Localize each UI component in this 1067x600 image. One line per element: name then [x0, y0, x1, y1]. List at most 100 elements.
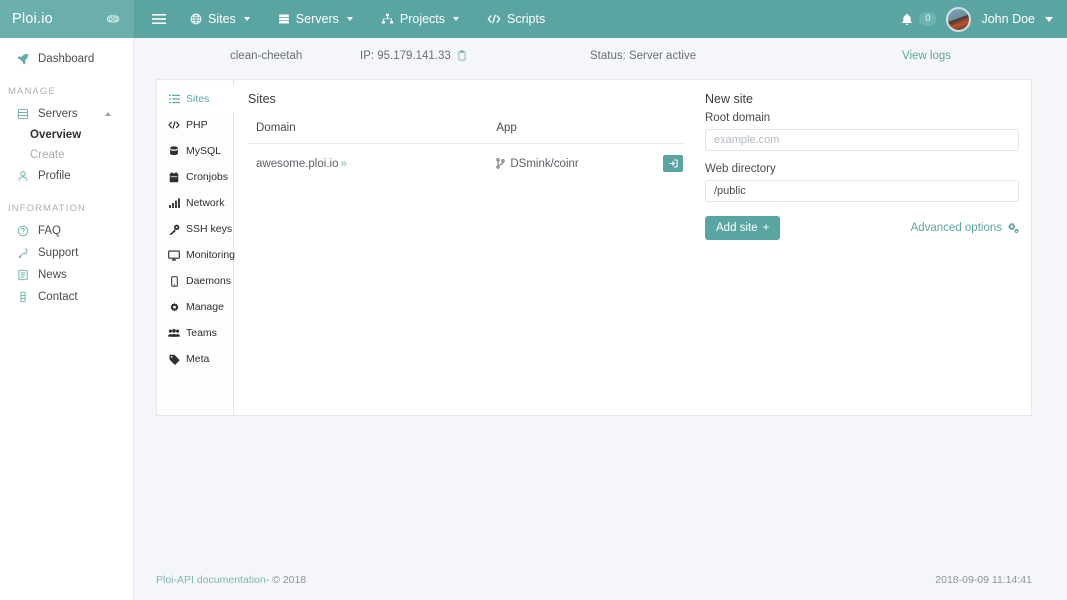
desktop-icon [168, 250, 180, 261]
server-icon [278, 13, 290, 25]
notification-count-badge: 0 [919, 12, 936, 26]
nav-item-servers[interactable]: Servers [264, 0, 367, 38]
clipboard-icon[interactable] [457, 50, 467, 61]
footer-brand-link[interactable]: Ploi [156, 574, 174, 586]
advanced-options-label: Advanced options [911, 222, 1002, 234]
sidebar-subitem-create[interactable]: Create [0, 145, 133, 165]
site-domain-link[interactable]: awesome.ploi.io [256, 158, 338, 170]
rocket-icon [16, 53, 29, 65]
mobile-icon [168, 276, 180, 287]
root-domain-input[interactable] [705, 129, 1019, 151]
tab-cronjobs[interactable]: Cronjobs [157, 164, 233, 190]
server-panel-card: Sites PHP [156, 79, 1032, 416]
notifications-button[interactable]: 0 [901, 12, 936, 26]
sidebar-item-label: Support [38, 247, 78, 259]
navbar-right: 0 John Doe [901, 7, 1067, 32]
column-header-domain: Domain [248, 118, 488, 144]
question-circle-icon [16, 225, 29, 237]
server-name: clean-cheetah [150, 50, 360, 62]
server-ip: IP: 95.179.141.33 [360, 50, 590, 62]
code-icon [487, 13, 501, 25]
nav-label: Servers [296, 12, 339, 26]
hamburger-icon[interactable] [152, 0, 176, 38]
chevron-up-icon[interactable] [105, 112, 111, 116]
tab-ssh-keys[interactable]: SSH keys [157, 216, 233, 242]
plus-icon: + [763, 222, 770, 234]
web-directory-label: Web directory [705, 163, 1019, 175]
code-icon [168, 120, 180, 130]
table-row[interactable]: awesome.ploi.io» [248, 144, 685, 184]
view-logs-link[interactable]: View logs [902, 50, 1051, 62]
sidebar-heading-manage: MANAGE [0, 70, 133, 103]
tab-monitoring[interactable]: Monitoring [157, 242, 233, 268]
signal-icon [168, 198, 180, 208]
tab-label: Meta [186, 353, 209, 365]
tab-label: Network [186, 197, 225, 209]
column-header-app: App [488, 118, 645, 144]
footer-api-docs-link[interactable]: API documentation [177, 574, 266, 586]
advanced-options-link[interactable]: Advanced options [911, 222, 1019, 234]
sidebar-heading-information: INFORMATION [0, 187, 133, 220]
server-status: Status: Server active [590, 50, 820, 62]
new-site-section: New site Root domain Web directory Add s… [701, 92, 1031, 415]
nav-item-scripts[interactable]: Scripts [473, 0, 559, 38]
database-icon [168, 146, 180, 157]
sidebar: Dashboard MANAGE Servers Overview Create [0, 38, 134, 600]
sidebar-item-label: FAQ [38, 225, 61, 237]
footer-timestamp: 2018-09-09 11:14:41 [935, 574, 1032, 586]
sidebar-item-news[interactable]: News [0, 264, 133, 286]
add-site-button[interactable]: Add site + [705, 216, 780, 240]
avatar[interactable] [946, 7, 971, 32]
sidebar-item-contact[interactable]: Contact [0, 286, 133, 308]
server-ip-text: IP: 95.179.141.33 [360, 50, 451, 62]
tab-label: Daemons [186, 275, 231, 287]
main-nav: Sites Servers [134, 0, 559, 38]
sign-in-icon[interactable] [663, 155, 683, 172]
chevron-down-icon[interactable] [1045, 17, 1053, 22]
sites-table: Domain App awesome.ploi.io» [248, 118, 685, 183]
nav-item-projects[interactable]: Projects [367, 0, 473, 38]
tab-teams[interactable]: Teams [157, 320, 233, 346]
tab-manage[interactable]: Manage [157, 294, 233, 320]
nav-label: Projects [400, 12, 445, 26]
nav-item-sites[interactable]: Sites [176, 0, 264, 38]
chevron-double-right-icon: » [340, 158, 346, 170]
tab-sites[interactable]: Sites [157, 86, 234, 112]
root-domain-label: Root domain [705, 112, 1019, 124]
sidebar-item-profile[interactable]: Profile [0, 165, 133, 187]
news-icon [16, 269, 29, 281]
toggle-icon[interactable] [106, 12, 120, 26]
tab-label: Cronjobs [186, 171, 228, 183]
brand-block: Ploi.io [0, 0, 134, 38]
gear-icon [168, 302, 180, 313]
tab-label: Teams [186, 327, 217, 339]
cell-domain: awesome.ploi.io» [248, 144, 488, 184]
sidebar-subitem-overview[interactable]: Overview [0, 125, 133, 145]
brand-logo[interactable]: Ploi.io [12, 11, 53, 27]
sidebar-item-dashboard[interactable]: Dashboard [0, 48, 133, 70]
footer: Ploi - API documentation - © 2018 2018-0… [134, 560, 1067, 600]
sidebar-item-faq[interactable]: FAQ [0, 220, 133, 242]
chevron-down-icon [347, 17, 353, 21]
user-name[interactable]: John Doe [981, 12, 1035, 26]
sidebar-item-support[interactable]: Support [0, 242, 133, 264]
footer-copyright: - © 2018 [266, 574, 306, 586]
user-icon [16, 170, 29, 182]
sidebar-item-label: News [38, 269, 67, 281]
chevron-down-icon [244, 17, 250, 21]
sidebar-item-servers[interactable]: Servers [0, 103, 133, 125]
tab-network[interactable]: Network [157, 190, 233, 216]
tab-mysql[interactable]: MySQL [157, 138, 233, 164]
users-icon [168, 328, 180, 338]
tab-daemons[interactable]: Daemons [157, 268, 233, 294]
tab-php[interactable]: PHP [157, 112, 233, 138]
tab-label: Sites [186, 93, 209, 105]
sidebar-item-label: Contact [38, 291, 78, 303]
tab-label: Manage [186, 301, 224, 313]
new-site-actions: Add site + Advanced options [705, 216, 1019, 240]
git-branch-icon [496, 158, 505, 169]
tab-meta[interactable]: Meta [157, 346, 233, 372]
contact-icon [16, 291, 29, 303]
tab-label: Monitoring [186, 249, 235, 261]
web-directory-input[interactable] [705, 180, 1019, 202]
